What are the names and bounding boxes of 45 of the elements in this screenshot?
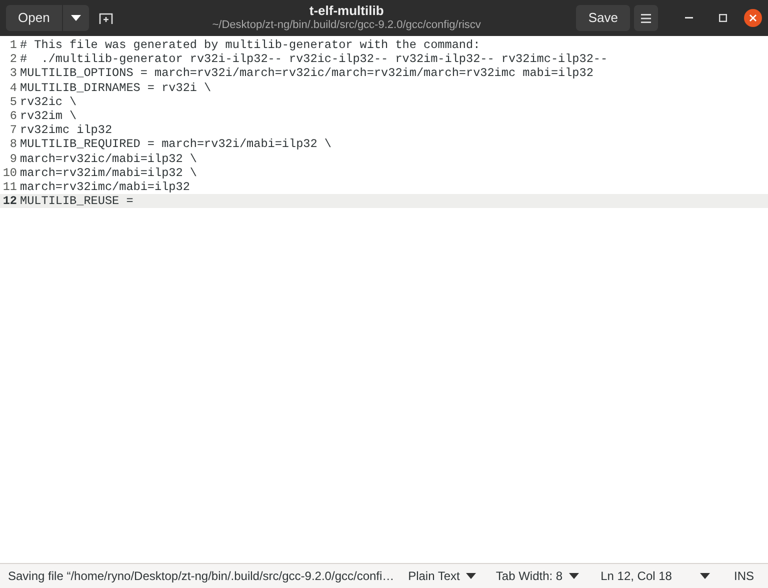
new-tab-icon [98, 11, 113, 25]
line-number: 12 [2, 194, 18, 208]
code-text: march=rv32ic/mabi=ilp32 \ [20, 152, 197, 166]
language-selector[interactable]: Plain Text [408, 567, 476, 585]
line-number: 7 [8, 123, 18, 138]
caret-icon [700, 573, 710, 579]
status-message: Saving file “/home/ryno/Desktop/zt-ng/bin/.build/src/gcc-9.2.0/gcc/confi… [8, 568, 396, 585]
open-menu-button[interactable] [62, 5, 89, 31]
line-number: 3 [8, 66, 18, 81]
close-button[interactable] [744, 9, 762, 27]
close-icon [749, 14, 757, 22]
insert-mode: INS [734, 568, 754, 585]
code-text: # This file was generated by multilib-generator with the command: [20, 38, 480, 52]
line-number: 2 [8, 52, 18, 66]
menu-button[interactable] [634, 5, 658, 31]
caret-icon [70, 15, 81, 21]
save-button[interactable]: Save [576, 5, 630, 31]
window-title: t-elf-multilib [309, 3, 384, 18]
code-text: rv32ic \ [20, 94, 77, 110]
code-text: march=rv32imc/mabi=ilp32 [20, 180, 190, 194]
line-number: 10 [2, 166, 18, 180]
tab-width-selector[interactable]: Tab Width: 8 [496, 567, 579, 585]
code-text: MULTILIB_DIRNAMES = rv32i \ [20, 80, 212, 95]
code-text: MULTILIB_REUSE = [20, 194, 134, 208]
line-number: 11 [2, 180, 18, 194]
line-number: 8 [8, 137, 18, 152]
code-text: MULTILIB_OPTIONS = march=rv32i/march=rv32ic/march=rv32im/march=rv32imc mabi=ilp32 [20, 66, 594, 81]
line-number: 5 [8, 94, 18, 110]
caret-icon [568, 573, 579, 579]
code-text: MULTILIB_REQUIRED = march=rv32i/mabi=ilp32 \ [20, 137, 332, 152]
line-number: 9 [8, 152, 18, 166]
menu-icon [641, 14, 651, 22]
code-text: # ./multilib-generator rv32i-ilp32-- rv32ic-ilp32-- rv32im-ilp32-- rv32imc-ilp32-- [20, 52, 608, 66]
line-number: 4 [8, 80, 18, 95]
code-text: rv32im \ [20, 109, 77, 124]
caret-icon [466, 573, 476, 579]
minimize-icon [685, 17, 693, 19]
file-path: ~/Desktop/zt-ng/bin/.build/src/gcc-9.2.0/gcc/config/riscv [212, 18, 481, 33]
cursor-position-selector[interactable]: Ln 12, Col 18 [600, 567, 710, 585]
line-number: 6 [8, 109, 18, 124]
code-text: march=rv32im/mabi=ilp32 \ [20, 166, 197, 180]
code-text: rv32imc ilp32 [20, 123, 112, 138]
maximize-icon [719, 14, 727, 22]
open-button[interactable]: Open [6, 5, 62, 31]
line-number: 1 [8, 38, 18, 52]
